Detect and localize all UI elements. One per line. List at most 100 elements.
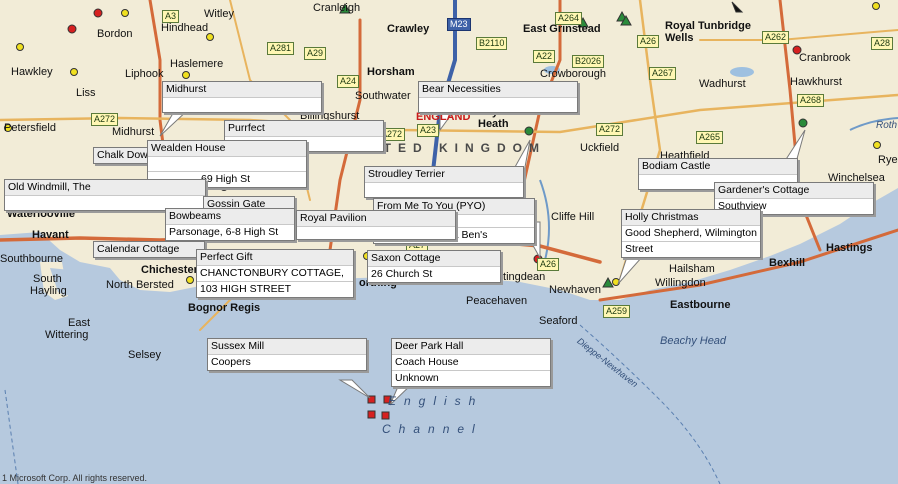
marker-green[interactable] <box>798 118 808 128</box>
place-label: North Bersted <box>106 279 174 291</box>
place-label: Havant <box>32 229 69 241</box>
place-label: Bexhill <box>769 257 806 269</box>
callout-title: Old Windmill, The <box>5 180 205 196</box>
road-shield: A267 <box>649 67 677 80</box>
callout-title: Gardener's Cottage <box>715 183 873 199</box>
marker-red-square[interactable] <box>367 410 376 419</box>
callout-title: Calendar Cottage <box>94 242 204 257</box>
place-label: Willingdon <box>655 277 706 289</box>
marker-yellow[interactable] <box>182 71 190 79</box>
road-shield: A26 <box>637 35 660 48</box>
road-shield: B2110 <box>476 37 508 50</box>
road-shield: A24 <box>337 75 360 88</box>
sea-label: English <box>388 394 484 408</box>
road-shield: A265 <box>696 131 724 144</box>
road-shield: A272 <box>596 123 624 136</box>
place-label: Uckfield <box>580 142 620 154</box>
callout-line: Coach House <box>392 355 550 371</box>
marker-yellow[interactable] <box>873 141 881 149</box>
marker-yellow[interactable] <box>186 276 194 284</box>
place-label: Seaford <box>539 315 578 327</box>
road-shield: A259 <box>603 305 631 318</box>
road-shield: A268 <box>797 94 825 107</box>
callout-title: Midhurst <box>163 82 321 98</box>
place-label: Midhurst <box>112 126 155 138</box>
road-shield: A28 <box>871 37 894 50</box>
place-label: Crawley <box>387 23 430 35</box>
place-label: Rye <box>878 154 898 166</box>
place-label: Chichester <box>141 264 198 276</box>
marker-yellow[interactable] <box>16 43 24 51</box>
callout-bear-necessities[interactable]: Bear Necessities <box>418 81 578 113</box>
marker-green[interactable] <box>524 126 534 136</box>
callout-calendar-cottage[interactable]: Calendar Cottage <box>93 241 205 258</box>
callout-line: Street <box>625 243 654 255</box>
place-label: Wells <box>665 32 694 44</box>
callout-line: Coopers <box>211 356 251 368</box>
road-shield: M23 <box>447 18 471 31</box>
callout-royal-pavilion[interactable]: Royal Pavilion <box>296 210 456 240</box>
place-label: Witley <box>204 8 234 20</box>
callout-title: Deer Park Hall <box>392 339 550 355</box>
place-label: Peacehaven <box>466 295 528 307</box>
place-label: Liphook <box>125 68 164 80</box>
place-label: Wadhurst <box>699 78 746 90</box>
sea-label: Channel <box>382 422 483 436</box>
callout-perfect-gift[interactable]: Perfect Gift CHANCTONBURY COTTAGE, 103 H… <box>196 249 354 298</box>
road-shield: A3 <box>162 10 180 23</box>
place-label: Selsey <box>128 349 162 361</box>
place-label: Eastbourne <box>670 299 731 311</box>
place-label: South <box>33 273 62 285</box>
road-shield: A26 <box>537 258 560 271</box>
callout-saxon-cottage[interactable]: Saxon Cottage 26 Church St <box>367 250 501 283</box>
place-label: East <box>68 317 91 329</box>
callout-title: Purrfect <box>225 121 383 137</box>
place-label: Wittering <box>45 329 89 341</box>
callout-midhurst[interactable]: Midhurst <box>162 81 322 113</box>
callout-line: Parsonage, 6-8 High St <box>169 226 279 238</box>
place-label: Southwater <box>355 90 411 102</box>
road-shield: A281 <box>267 42 295 55</box>
callout-line <box>148 157 306 172</box>
road-shield: B2026 <box>572 55 605 68</box>
callout-line: 103 HIGH STREET <box>200 283 292 295</box>
marker-red-square[interactable] <box>381 411 390 420</box>
place-label: Southbourne <box>0 253 63 265</box>
marker-yellow[interactable] <box>872 2 880 10</box>
callout-line: CHANCTONBURY COTTAGE, <box>197 266 353 282</box>
place-label: Cliffe Hill <box>551 211 595 223</box>
road-shield: A22 <box>533 50 556 63</box>
callout-title: Holly Christmas <box>622 210 760 226</box>
marker-yellow[interactable] <box>70 68 78 76</box>
callout-line <box>419 98 577 112</box>
callout-old-windmill[interactable]: Old Windmill, The <box>4 179 206 211</box>
marker-red[interactable] <box>93 8 103 18</box>
road-shield: A264 <box>555 12 583 25</box>
callout-line: Good Shepherd, Wilmington <box>622 226 760 242</box>
callout-title: Stroudley Terrier <box>365 167 523 183</box>
river-label: Roth <box>876 120 898 131</box>
callout-title: Sussex Mill <box>208 339 366 355</box>
callout-line: Unknown <box>395 372 439 384</box>
callout-sussex-mill[interactable]: Sussex Mill Coopers <box>207 338 367 371</box>
callout-title: Bodiam Castle <box>639 159 797 175</box>
place-label: Heath <box>478 118 509 130</box>
callout-stroudley-terrier[interactable]: Stroudley Terrier <box>364 166 524 198</box>
callout-chalk-down[interactable]: Chalk Dow <box>93 147 153 164</box>
callout-title: Bowbeams <box>166 209 294 225</box>
callout-holly-christmas[interactable]: Holly Christmas Good Shepherd, Wilmingto… <box>621 209 761 258</box>
place-label: Hawkley <box>11 66 53 78</box>
road-shield: A262 <box>762 31 790 44</box>
place-label: Haslemere <box>170 58 224 70</box>
callout-title: Chalk Dow <box>94 148 152 163</box>
callout-bowbeams[interactable]: Bowbeams Parsonage, 6-8 High St <box>165 208 295 241</box>
marker-yellow[interactable] <box>206 33 214 41</box>
copyright-notice: 1 Microsoft Corp. All rights reserved. <box>2 473 148 483</box>
callout-line: 26 Church St <box>371 268 433 280</box>
marker-yellow[interactable] <box>121 9 129 17</box>
place-label: Horsham <box>367 66 415 78</box>
callout-line <box>365 183 523 197</box>
place-label: Bordon <box>97 28 133 40</box>
marker-red[interactable] <box>67 24 77 34</box>
callout-deer-park-hall[interactable]: Deer Park Hall Coach House Unknown <box>391 338 551 387</box>
